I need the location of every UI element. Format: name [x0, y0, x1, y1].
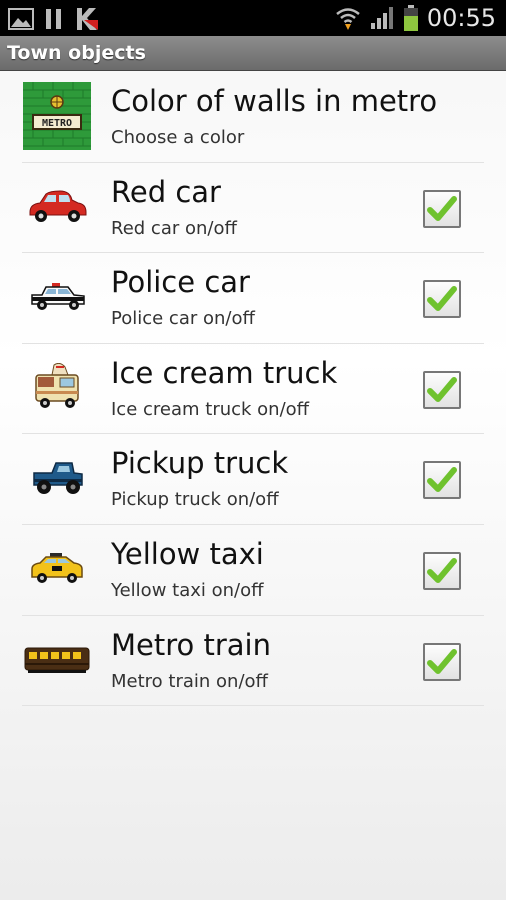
status-left — [8, 6, 100, 32]
wifi-icon — [336, 8, 360, 30]
kaspersky-icon — [77, 8, 98, 30]
row-subtitle: Ice cream truck on/off — [111, 398, 310, 420]
row-title: Police car — [111, 265, 250, 300]
row-subtitle: Red car on/off — [111, 217, 237, 239]
battery-icon — [403, 5, 418, 31]
police-car-icon — [22, 263, 92, 331]
setting-yellow-taxi[interactable]: Yellow taxi Yellow taxi on/off — [22, 525, 484, 616]
metro-sign-text: METRO — [42, 118, 72, 129]
red-car-checkbox[interactable] — [423, 189, 461, 228]
setting-red-car[interactable]: Red car Red car on/off — [22, 163, 484, 254]
pickup-truck-checkbox[interactable] — [423, 461, 461, 500]
setting-metro-train[interactable]: Metro train Metro train on/off — [22, 616, 484, 707]
ice-cream-truck-icon — [22, 354, 92, 422]
row-title: Ice cream truck — [111, 355, 338, 390]
metro-wall-icon: METRO — [22, 82, 92, 150]
title-bar: Town objects — [0, 36, 506, 71]
checkmark-icon — [427, 195, 457, 221]
row-title: Pickup truck — [111, 446, 289, 481]
police-car-checkbox[interactable] — [423, 280, 461, 319]
row-title: Yellow taxi — [111, 536, 264, 571]
checkmark-icon — [427, 648, 457, 674]
page-title: Town objects — [7, 42, 146, 64]
red-car-icon — [22, 173, 92, 241]
ice-cream-truck-checkbox[interactable] — [423, 370, 461, 409]
setting-ice-cream-truck[interactable]: Ice cream truck Ice cream truck on/off — [22, 344, 484, 435]
setting-police-car[interactable]: Police car Police car on/off — [22, 253, 484, 344]
setting-metro-wall-color[interactable]: METRO Color of walls in metro Choose a c… — [22, 72, 484, 163]
row-title: Metro train — [111, 627, 271, 662]
row-title: Red car — [111, 174, 221, 209]
checkmark-icon — [427, 467, 457, 493]
yellow-taxi-checkbox[interactable] — [423, 551, 461, 590]
checkmark-icon — [427, 376, 457, 402]
pause-icon — [46, 9, 61, 29]
status-bar: 00:55 — [0, 0, 506, 36]
row-subtitle: Choose a color — [111, 127, 245, 148]
yellow-taxi-icon — [22, 535, 92, 603]
signal-icon — [370, 7, 393, 29]
status-right: 00:55 — [335, 4, 496, 32]
pickup-truck-icon — [22, 444, 92, 512]
setting-pickup-truck[interactable]: Pickup truck Pickup truck on/off — [22, 434, 484, 525]
metro-train-checkbox[interactable] — [423, 642, 461, 681]
status-time: 00:55 — [426, 4, 496, 32]
settings-list: METRO Color of walls in metro Choose a c… — [22, 72, 484, 707]
row-subtitle: Pickup truck on/off — [111, 489, 279, 511]
image-icon — [8, 8, 34, 30]
row-subtitle: Police car on/off — [111, 308, 255, 330]
checkmark-icon — [427, 286, 457, 312]
metro-train-icon — [22, 626, 92, 694]
checkmark-icon — [427, 557, 457, 583]
row-subtitle: Metro train on/off — [111, 670, 268, 692]
row-subtitle: Yellow taxi on/off — [111, 579, 264, 601]
row-title: Color of walls in metro — [111, 84, 438, 118]
